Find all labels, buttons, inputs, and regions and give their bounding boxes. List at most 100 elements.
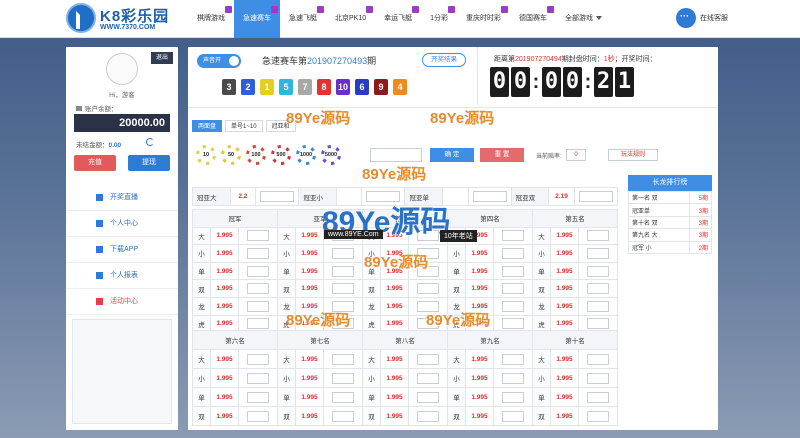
bet-amount-field[interactable] — [502, 247, 524, 259]
nav-item[interactable]: 幸运飞艇 — [375, 0, 421, 38]
bet-input-cell — [238, 349, 278, 369]
chip-100[interactable]: 100 — [246, 145, 266, 165]
nav-item[interactable]: 重庆时时彩 — [457, 0, 510, 38]
bet-amount-field[interactable] — [247, 230, 269, 242]
bet-amount-field[interactable] — [417, 353, 439, 365]
bet-amount-field[interactable] — [587, 318, 609, 330]
rules-button[interactable]: 玩法规则 — [608, 149, 658, 161]
bet-amount-field[interactable] — [247, 372, 269, 384]
bet-amount-field[interactable] — [502, 265, 524, 277]
bet-amount-field[interactable] — [587, 300, 609, 312]
online-service[interactable]: 在线客服 — [676, 8, 728, 28]
bet-tab[interactable]: 两面盘 — [192, 120, 223, 132]
bet-amount-field[interactable] — [332, 247, 354, 259]
bet-amount-field[interactable] — [502, 230, 524, 242]
nav-item[interactable]: 1分彩 — [421, 0, 457, 38]
bet-input-cell — [323, 261, 363, 281]
bet-amount-field[interactable] — [332, 410, 354, 422]
bet-amount-field[interactable] — [247, 283, 269, 295]
current-odds-label: 当前赔率: — [536, 154, 562, 160]
chip-5000[interactable]: 5000 — [321, 145, 341, 165]
sum-bet-input[interactable] — [472, 191, 507, 202]
bet-input-cell — [238, 387, 278, 407]
sidebar-item[interactable]: 下载APP — [66, 237, 178, 263]
nav-item[interactable]: 北京PK10 — [326, 0, 375, 38]
bet-amount-field[interactable] — [247, 300, 269, 312]
nav-item[interactable]: 急速赛车 — [234, 0, 280, 38]
sum-bet-input[interactable] — [579, 191, 613, 202]
refresh-icon[interactable] — [146, 138, 154, 146]
chip-500[interactable]: 500 — [271, 145, 291, 165]
bet-amount-field[interactable] — [587, 265, 609, 277]
chip-value: 5000 — [324, 148, 338, 162]
round-prefix: 急速赛车第 — [262, 56, 308, 66]
bet-amount-field[interactable] — [332, 265, 354, 277]
bet-amount-field[interactable] — [417, 391, 439, 403]
bet-amount-input[interactable] — [370, 148, 422, 162]
bet-amount-field[interactable] — [502, 372, 524, 384]
nav-item[interactable]: 急速飞艇 — [280, 0, 326, 38]
sidebar-item[interactable]: 开奖直播 — [66, 185, 178, 211]
sidebar-item[interactable]: 个人中心 — [66, 211, 178, 237]
bet-option-label: 大 — [192, 226, 211, 246]
bet-amount-field[interactable] — [587, 353, 609, 365]
bet-odds: 1.995 — [295, 387, 324, 407]
result-ball: 1 — [260, 79, 274, 95]
countdown-digit: 0 — [511, 67, 530, 97]
bet-amount-field[interactable] — [247, 265, 269, 277]
sidebar-item[interactable]: 活动中心 — [66, 289, 178, 315]
results-button[interactable]: 开奖结果 — [422, 53, 466, 67]
bet-amount-field[interactable] — [502, 410, 524, 422]
bet-amount-field[interactable] — [417, 283, 439, 295]
positions-6-10-table: 第六名 第七名 第八名 第九名 第十名大 1.995 大 1.995 大 1.995 大 1.995 大… — [192, 330, 618, 426]
bet-amount-field[interactable] — [587, 372, 609, 384]
current-odds: 当前赔率: — [536, 151, 562, 160]
bet-amount-field[interactable] — [502, 353, 524, 365]
bet-amount-field[interactable] — [247, 318, 269, 330]
leaderboard-row: 第九名 大 3期 — [628, 228, 712, 242]
nav-item[interactable]: 德国赛车 — [510, 0, 556, 38]
bet-amount-field[interactable] — [332, 372, 354, 384]
bet-amount-field[interactable] — [417, 372, 439, 384]
position-header: 第六名 — [192, 330, 278, 350]
withdraw-button[interactable]: 提现 — [128, 155, 170, 171]
nav-item[interactable]: 全部游戏 — [556, 0, 611, 38]
logout-button[interactable]: 退出 — [151, 52, 173, 64]
draw-result-balls: 3 2 1 5 7 8 10 6 9 4 — [222, 79, 412, 95]
sidebar-item[interactable]: 个人报表 — [66, 263, 178, 289]
bet-amount-field[interactable] — [247, 353, 269, 365]
bet-amount-field[interactable] — [587, 391, 609, 403]
bet-amount-field[interactable] — [587, 230, 609, 242]
sidebar-blank-panel — [72, 319, 172, 424]
sidebar-item-label: 活动中心 — [110, 298, 138, 305]
sum-bet-input[interactable] — [260, 191, 295, 202]
chip-1000[interactable]: 1000 — [296, 145, 316, 165]
leaderboard-item: 第十名 双 — [628, 215, 690, 230]
bet-option-label: 龙 — [362, 296, 381, 316]
chip-10[interactable]: 10 — [196, 145, 216, 165]
confirm-button[interactable]: 确 定 — [430, 148, 474, 162]
bet-amount-field[interactable] — [587, 247, 609, 259]
bet-amount-field[interactable] — [332, 283, 354, 295]
bet-amount-field[interactable] — [502, 391, 524, 403]
bet-amount-field[interactable] — [502, 318, 524, 330]
bet-amount-field[interactable] — [417, 410, 439, 422]
bet-amount-field[interactable] — [247, 410, 269, 422]
bet-amount-field[interactable] — [247, 247, 269, 259]
bet-amount-field[interactable] — [332, 391, 354, 403]
bet-tab[interactable]: 单号1~10 — [225, 120, 263, 132]
leaderboard-item: 第九名 大 — [628, 228, 690, 242]
nav-item[interactable]: 棋牌游戏 — [188, 0, 234, 38]
bet-amount-field[interactable] — [247, 391, 269, 403]
bet-amount-field[interactable] — [502, 283, 524, 295]
bet-odds: 1.995 — [210, 368, 239, 388]
deposit-button[interactable]: 充值 — [74, 155, 116, 171]
brand-logo[interactable]: K8彩乐园 WWW.7370.COM — [66, 3, 176, 35]
bet-amount-field[interactable] — [587, 410, 609, 422]
sound-toggle[interactable]: 声音开 — [197, 54, 241, 68]
reset-button[interactable]: 重 置 — [480, 148, 524, 162]
bet-amount-field[interactable] — [502, 300, 524, 312]
chip-50[interactable]: 50 — [221, 145, 241, 165]
bet-amount-field[interactable] — [587, 283, 609, 295]
bet-amount-field[interactable] — [332, 353, 354, 365]
